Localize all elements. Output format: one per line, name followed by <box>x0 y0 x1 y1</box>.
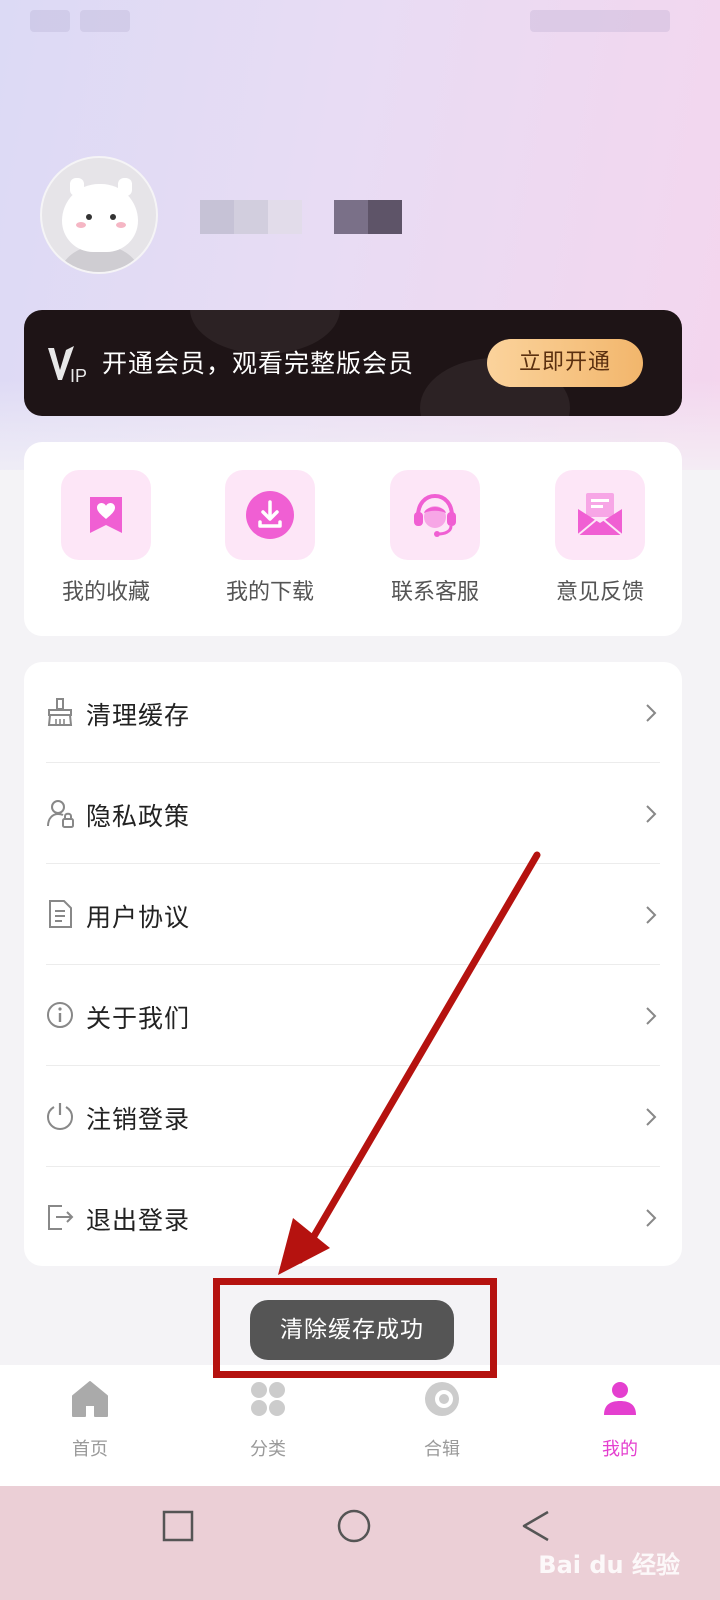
document-icon <box>49 900 72 928</box>
category-icon <box>251 1382 285 1416</box>
quick-action-label: 联系客服 <box>390 580 479 605</box>
power-icon <box>46 1103 74 1131</box>
menu-item-label: 用户协议 <box>86 903 191 932</box>
open-vip-button[interactable]: 立即开通 <box>487 339 643 387</box>
menu-item-logout[interactable]: 退出登录 <box>46 1167 660 1268</box>
chevron-right-icon <box>646 704 657 722</box>
feedback-mail-icon <box>555 470 645 560</box>
menu-item-clear-cache[interactable]: 清理缓存 <box>46 662 660 763</box>
menu-item-label: 隐私政策 <box>86 802 191 831</box>
watermark: Bai du 经验 <box>538 1551 680 1579</box>
quick-action-label: 意见反馈 <box>555 580 644 605</box>
home-circle-icon[interactable] <box>334 1506 374 1546</box>
tab-profile[interactable]: 我的 <box>560 1379 680 1461</box>
menu-item-user-agreement[interactable]: 用户协议 <box>46 864 660 965</box>
profile-icon <box>604 1382 636 1415</box>
user-lock-icon <box>47 800 74 828</box>
status-bar-left-blur <box>30 10 70 32</box>
quick-action-label: 我的收藏 <box>61 580 150 605</box>
chevron-right-icon <box>646 906 657 924</box>
menu-item-about-us[interactable]: 关于我们 <box>46 965 660 1066</box>
tab-category[interactable]: 分类 <box>208 1379 328 1461</box>
avatar[interactable] <box>40 156 158 274</box>
avatar-blush <box>116 222 126 228</box>
back-triangle-icon[interactable] <box>516 1506 556 1546</box>
vip-banner[interactable]: IP 开通会员，观看完整版会员 立即开通 <box>24 310 682 416</box>
settings-menu: 清理缓存 隐私政策 用户协议 关于我们 注销登录 退出登录 <box>24 662 682 1266</box>
quick-action-favorites[interactable]: 我的收藏 <box>41 470 171 606</box>
menu-item-label: 清理缓存 <box>86 701 191 730</box>
tab-label: 合辑 <box>424 1439 460 1460</box>
quick-action-feedback[interactable]: 意见反馈 <box>535 470 665 606</box>
collection-icon <box>425 1382 459 1416</box>
customer-service-icon <box>390 470 480 560</box>
menu-item-label: 注销登录 <box>86 1105 191 1134</box>
avatar-face <box>62 184 138 252</box>
avatar-eye <box>110 214 116 220</box>
chevron-right-icon <box>646 1007 657 1025</box>
quick-action-downloads[interactable]: 我的下载 <box>205 470 335 606</box>
tab-label: 我的 <box>602 1439 638 1460</box>
chevron-right-icon <box>646 805 657 823</box>
status-bar-right-blur <box>530 10 670 32</box>
vip-banner-text: 开通会员，观看完整版会员 <box>102 349 415 378</box>
chevron-right-icon <box>646 1209 657 1227</box>
quick-action-support[interactable]: 联系客服 <box>370 470 500 606</box>
logout-icon <box>48 1205 74 1230</box>
quick-action-label: 我的下载 <box>225 580 314 605</box>
bottom-tab-bar: 首页 分类 合辑 我的 <box>0 1365 720 1486</box>
bookmark-heart-icon <box>61 470 151 560</box>
tab-home[interactable]: 首页 <box>30 1379 150 1461</box>
download-icon <box>225 470 315 560</box>
highlight-box-annotation <box>213 1278 497 1378</box>
tab-label: 首页 <box>72 1439 108 1460</box>
chevron-right-icon <box>646 1108 657 1126</box>
info-icon <box>47 1002 73 1028</box>
avatar-eye <box>86 214 92 220</box>
avatar-blush <box>76 222 86 228</box>
status-bar-left-blur <box>80 10 130 32</box>
menu-item-privacy-policy[interactable]: 隐私政策 <box>46 763 660 864</box>
menu-item-label: 退出登录 <box>86 1206 191 1235</box>
broom-icon <box>47 698 73 726</box>
svg-text:IP: IP <box>70 366 87 386</box>
menu-item-label: 关于我们 <box>86 1004 191 1033</box>
tab-label: 分类 <box>250 1439 286 1460</box>
home-icon <box>72 1381 108 1417</box>
vip-logo-icon: IP <box>48 346 87 386</box>
quick-actions-card: 我的收藏 我的下载 联系客服 意见反馈 <box>24 442 682 636</box>
tab-collection[interactable]: 合辑 <box>382 1379 502 1461</box>
recent-apps-icon[interactable] <box>158 1506 198 1546</box>
menu-item-deregister[interactable]: 注销登录 <box>46 1066 660 1167</box>
system-navigation-bar: Bai du 经验 <box>0 1486 720 1600</box>
